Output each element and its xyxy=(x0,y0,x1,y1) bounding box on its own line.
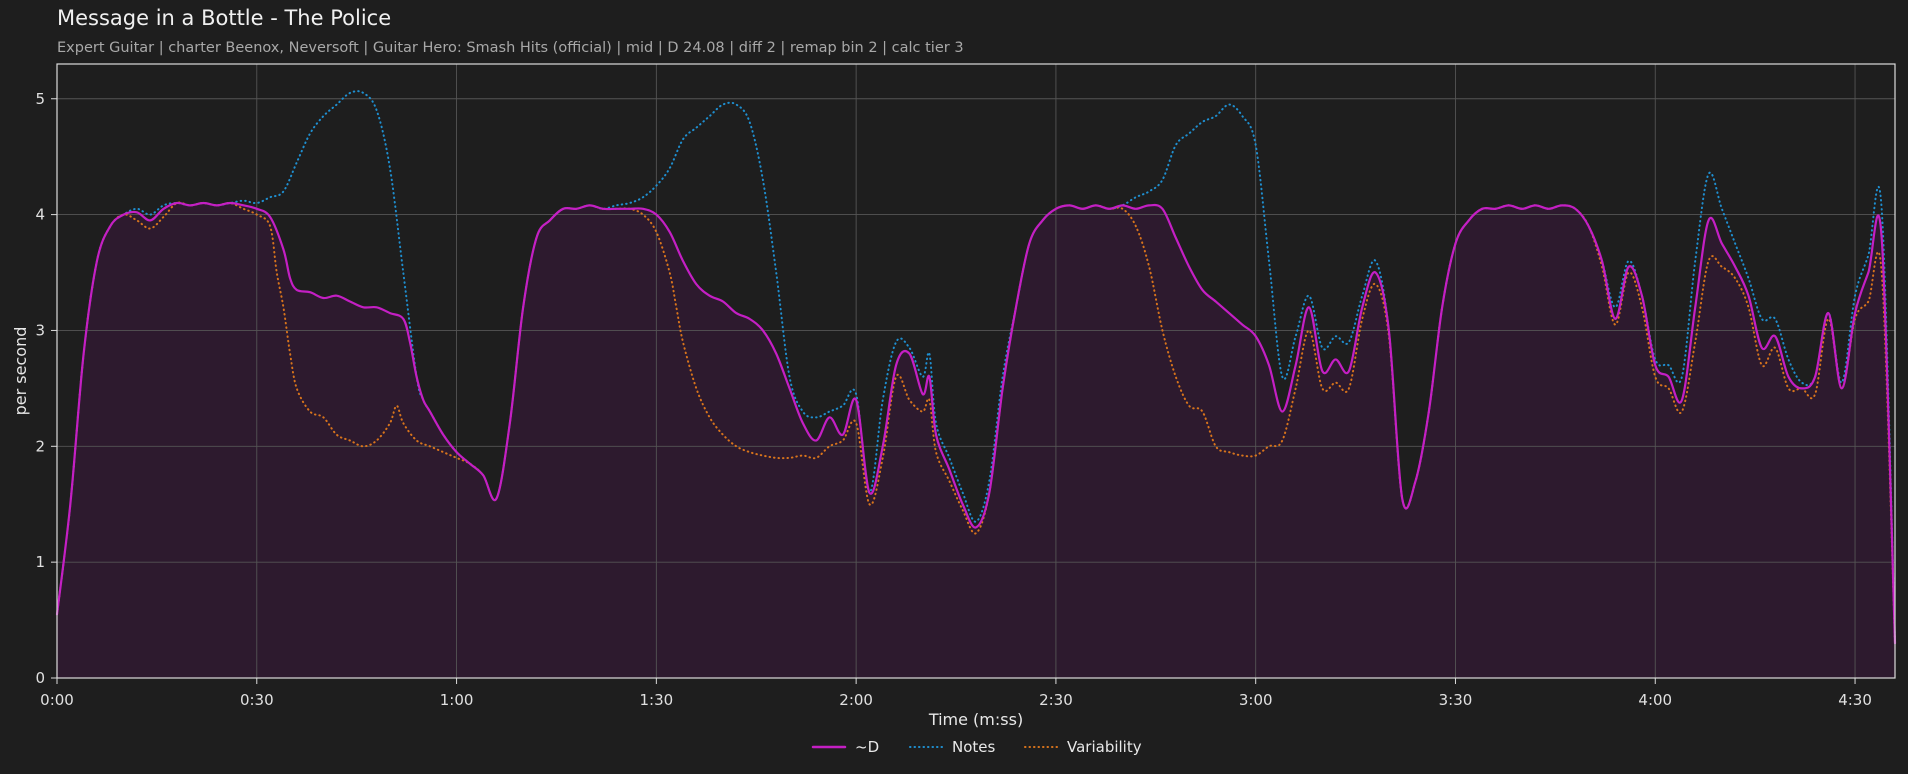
y-tick-label-0: 0 xyxy=(35,669,45,687)
x-tick-label-5: 2:30 xyxy=(1039,691,1073,709)
x-tick-label-7: 3:30 xyxy=(1439,691,1473,709)
x-tick-label-3: 1:30 xyxy=(640,691,674,709)
y-tick-label-2: 2 xyxy=(35,437,45,455)
legend-label-1: Notes xyxy=(952,738,996,756)
y-tick-label-1: 1 xyxy=(35,553,45,571)
x-tick-label-9: 4:30 xyxy=(1838,691,1872,709)
x-tick-label-2: 1:00 xyxy=(440,691,474,709)
x-tick-label-1: 0:30 xyxy=(240,691,274,709)
legend-label-2: Variability xyxy=(1067,738,1142,756)
y-tick-label-5: 5 xyxy=(35,90,45,108)
x-tick-label-6: 3:00 xyxy=(1239,691,1273,709)
x-tick-label-8: 4:00 xyxy=(1638,691,1672,709)
line-chart: 0:00 0:30 1:00 1:30 2:00 2:30 3:00 3:30 4:00 4:30… xyxy=(11,63,1897,756)
x-axis-label: Time (m:ss) xyxy=(928,710,1023,729)
legend-label-0: ~D xyxy=(855,738,879,756)
x-tick-label-4: 2:00 xyxy=(839,691,873,709)
x-tick-label-0: 0:00 xyxy=(40,691,74,709)
y-tick-label-4: 4 xyxy=(35,206,45,224)
y-axis-label: per second xyxy=(11,327,30,416)
y-tick-label-3: 3 xyxy=(35,321,45,339)
legend: ~D Notes Variability xyxy=(811,738,1142,756)
